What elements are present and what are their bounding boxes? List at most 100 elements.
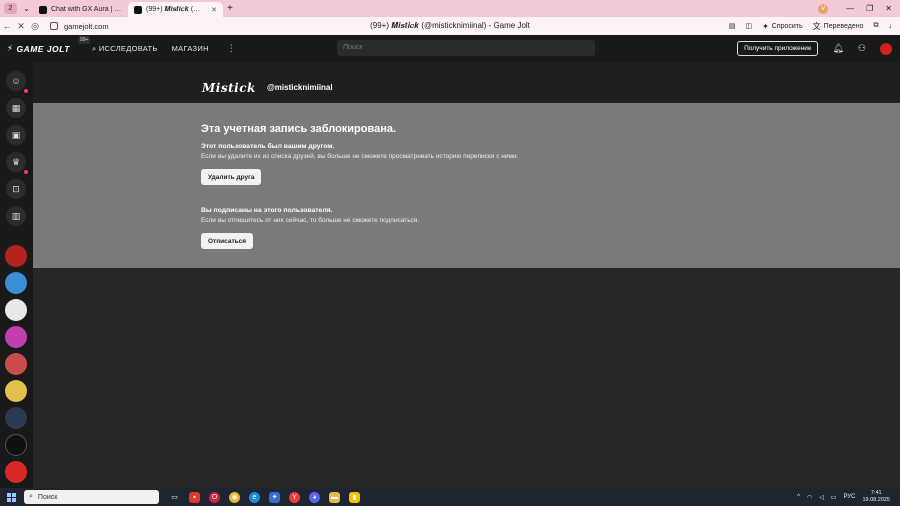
profile-header: 𝑴𝒊𝒔𝒕𝒊𝒄𝒌 @misticknimiinal — [33, 62, 900, 103]
left-sidebar: ☺ ▦ ▣ ♛ ⊡ ▥ — [0, 62, 33, 488]
start-button[interactable] — [0, 492, 22, 502]
tray-chevron-icon[interactable]: ^ — [797, 494, 800, 500]
volume-icon[interactable]: ◁ — [819, 494, 824, 501]
community-avatar[interactable] — [5, 461, 27, 483]
address-bar-actions: ▤ ◫ ✦ Спросить 文 Переведено ⧉ ↓ — [729, 21, 900, 32]
nav-store[interactable]: МАГАЗИН — [172, 44, 209, 54]
tab-gx-aura[interactable]: Chat with GX Aura | chara — [33, 2, 128, 17]
blocked-title: Эта учетная запись заблокирована. — [201, 123, 397, 135]
notification-count-badge: 99+ — [78, 36, 91, 44]
community-avatar[interactable] — [5, 380, 27, 402]
tab-gamejolt[interactable]: (99+) 𝑴𝒊𝒔𝒕𝒊𝒄𝒌 (@mis ✕ — [128, 2, 223, 17]
site-info-icon[interactable] — [50, 22, 58, 30]
extension-v-icon[interactable]: V — [818, 3, 829, 14]
friend-heading: Этот пользователь был вашим другом. — [201, 143, 335, 150]
sidebar-trophy-icon[interactable]: ♛ — [6, 152, 26, 172]
get-app-button[interactable]: Получить приложение — [737, 41, 819, 56]
back-icon[interactable]: ← — [0, 21, 14, 31]
community-avatar[interactable] — [5, 407, 27, 429]
translate-icon: 文 — [812, 21, 821, 31]
sidebar-chat-icon[interactable]: ☺ — [6, 71, 26, 91]
follow-text: Если вы отпишитесь от них сейчас, то бол… — [201, 217, 420, 224]
gamejolt-logo[interactable]: ⚡ GAME JOLT — [7, 43, 70, 54]
downloads-icon[interactable]: ↓ — [889, 23, 893, 30]
tab-title: Chat with GX Aura | chara — [51, 6, 122, 13]
url-field[interactable]: gamejolt.com — [50, 22, 109, 31]
tab-favicon-icon — [39, 5, 47, 14]
office-icon[interactable]: ▪ — [189, 491, 200, 503]
browser-tab-bar: 2 ⌄ Chat with GX Aura | chara (99+) 𝑴𝒊𝒔𝒕… — [0, 0, 900, 17]
clock-time: 7:41 — [870, 490, 882, 496]
system-tray: ^ ◠ ◁ ▭ РУС 7:41 19.08.2025 — [797, 490, 900, 504]
remove-friend-button[interactable]: Удалить друга — [201, 169, 262, 185]
task-view-icon[interactable]: ▭ — [169, 492, 180, 503]
community-avatar[interactable] — [5, 299, 27, 321]
gamejolt-favicon-icon — [134, 5, 142, 14]
profile-username: @misticknimiinal — [267, 83, 333, 92]
network-icon[interactable]: ◠ — [807, 494, 812, 501]
community-avatar[interactable] — [5, 353, 27, 375]
chrome-icon[interactable]: ◉ — [229, 491, 240, 503]
friends-icon[interactable]: ⚇ — [858, 43, 866, 54]
main-content: 𝑴𝒊𝒔𝒕𝒊𝒄𝒌 @misticknimiinal Эта учетная зап… — [33, 62, 900, 488]
yandex-icon[interactable]: ◎ — [28, 21, 42, 32]
blocked-account-panel: Эта учетная запись заблокирована. Этот п… — [33, 103, 900, 268]
maximize-icon[interactable]: ❐ — [866, 4, 873, 13]
profile-display-name: 𝑴𝒊𝒔𝒕𝒊𝒄𝒌 — [202, 81, 256, 95]
new-tab-button[interactable]: + — [223, 3, 237, 14]
windows-taskbar: ⌕ Поиск ▭ ▪ O ◉ e ✦ Y ◕ ▬ ▮ ^ ◠ ◁ ▭ РУС … — [0, 488, 900, 506]
translate-button[interactable]: 文 Переведено — [813, 21, 864, 32]
sidebar-stats-icon[interactable]: ▥ — [6, 206, 26, 226]
tab-list-chevron-icon[interactable]: ⌄ — [20, 4, 33, 13]
unfollow-button[interactable]: Отписаться — [201, 233, 254, 249]
discord-icon[interactable]: ◕ — [309, 491, 320, 503]
address-bar: ← ✕ ◎ gamejolt.com (99+) 𝑴𝒊𝒔𝒕𝒊𝒄𝒌 (@misti… — [0, 17, 900, 35]
community-avatar[interactable] — [5, 326, 27, 348]
sidebar-store-icon[interactable]: ▦ — [6, 98, 26, 118]
sidebar-quests-icon[interactable]: ⊡ — [6, 179, 26, 199]
gamejolt-logo-icon: ⚡ — [7, 43, 14, 53]
follow-heading: Вы подписаны на этого пользователя. — [201, 207, 333, 214]
yandex-browser-icon[interactable]: Y — [289, 491, 300, 503]
notifications-bell-icon[interactable]: 🔔︎ — [832, 43, 843, 54]
windows-logo-icon — [6, 492, 16, 502]
user-avatar[interactable] — [880, 42, 892, 55]
minimize-icon[interactable]: — — [846, 4, 854, 13]
edge-icon[interactable]: e — [249, 491, 260, 503]
tab-title: (99+) 𝑴𝒊𝒔𝒕𝒊𝒄𝒌 (@mis — [146, 5, 208, 13]
app-icon[interactable]: ✦ — [269, 491, 280, 503]
reader-icon[interactable]: ▤ — [729, 22, 736, 30]
url-text: gamejolt.com — [64, 21, 109, 31]
extensions-icon[interactable]: ⧉ — [874, 22, 879, 30]
community-avatar[interactable] — [5, 245, 27, 267]
taskbar-apps: ▭ ▪ O ◉ e ✦ Y ◕ ▬ ▮ — [169, 491, 360, 503]
header-right: Получить приложение 🔔︎ ⚇ — [737, 41, 900, 56]
community-avatar[interactable] — [5, 434, 27, 456]
search-icon: ⌕ — [29, 493, 33, 500]
taskbar-search[interactable]: ⌕ Поиск — [24, 490, 159, 504]
clock[interactable]: 7:41 19.08.2025 — [862, 490, 890, 504]
ask-button[interactable]: ✦ Спросить — [762, 22, 803, 31]
more-menu-icon[interactable]: ⋮ — [227, 43, 236, 54]
active-app-icon[interactable]: ▮ — [349, 491, 360, 503]
bookmark-icon[interactable]: ◫ — [745, 22, 752, 30]
unread-dot — [24, 170, 28, 174]
ask-icon: ✦ — [762, 21, 769, 31]
stop-reload-icon[interactable]: ✕ — [14, 21, 28, 32]
search-input[interactable]: Поиск — [337, 40, 595, 56]
nav-explore[interactable]: ⌕ ИССЛЕДОВАТЬ — [92, 44, 158, 54]
sidebar-library-icon[interactable]: ▣ — [6, 125, 26, 145]
battery-icon[interactable]: ▭ — [831, 494, 837, 501]
clock-date: 19.08.2025 — [862, 497, 890, 503]
close-tab-icon[interactable]: ✕ — [211, 6, 217, 14]
file-explorer-icon[interactable]: ▬ — [329, 491, 340, 503]
main-nav: ⌕ ИССЛЕДОВАТЬ МАГАЗИН — [92, 44, 209, 54]
unread-dot — [24, 89, 28, 93]
site-header: ⚡ GAME JOLT 99+ ⌕ ИССЛЕДОВАТЬ МАГАЗИН ⋮ … — [0, 35, 900, 62]
window-controls: V — ❐ ✕ — [818, 3, 900, 14]
close-window-icon[interactable]: ✕ — [885, 4, 892, 13]
community-avatar[interactable] — [5, 272, 27, 294]
tab-count-badge[interactable]: 2 — [4, 3, 17, 14]
opera-icon[interactable]: O — [209, 491, 220, 503]
language-indicator[interactable]: РУС — [843, 494, 855, 500]
